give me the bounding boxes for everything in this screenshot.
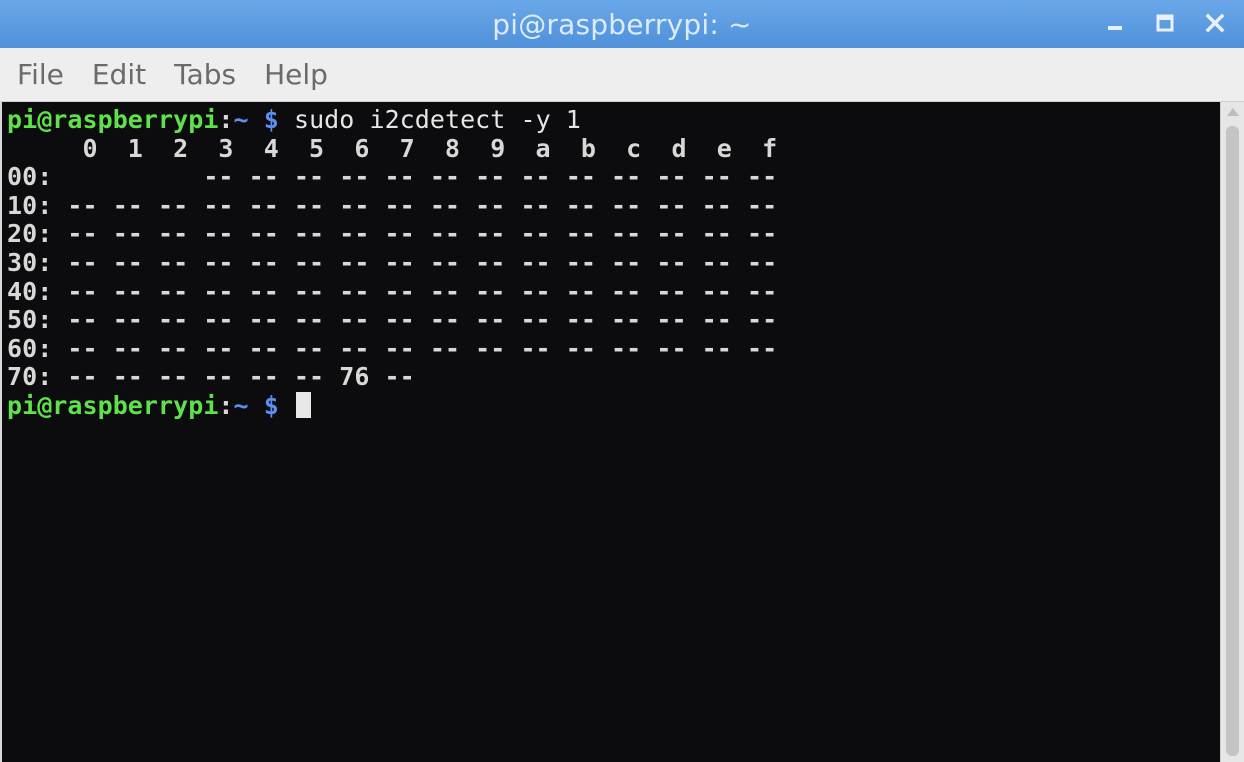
vertical-scrollbar[interactable] (1220, 102, 1244, 762)
output-line: 40: -- -- -- -- -- -- -- -- -- -- -- -- … (7, 276, 778, 306)
output-line: 00: -- -- -- -- -- -- -- -- -- -- -- -- … (7, 162, 778, 192)
menu-help[interactable]: Help (264, 58, 328, 91)
prompt-user-host: pi@raspberrypi (7, 105, 219, 134)
output-line: 20: -- -- -- -- -- -- -- -- -- -- -- -- … (7, 219, 778, 249)
maximize-button[interactable] (1150, 8, 1180, 38)
window-controls (1100, 8, 1230, 38)
active-prompt-line[interactable]: pi@raspberrypi:~ $ (7, 390, 777, 421)
window-title: pi@raspberrypi: ~ (492, 7, 752, 41)
command-line: pi@raspberrypi:~ $ sudo i2cdetect -y 1 (7, 105, 777, 135)
scrollbar-thumb[interactable] (1226, 126, 1239, 756)
scroll-up-arrow-icon[interactable] (1227, 108, 1239, 116)
menu-file[interactable]: File (17, 58, 64, 91)
minimize-button[interactable] (1100, 8, 1130, 38)
prompt-user-host: pi@raspberrypi (7, 390, 219, 420)
menu-edit[interactable]: Edit (92, 58, 146, 91)
prompt-directory: ~ (233, 390, 249, 420)
prompt-dollar: $ (263, 390, 279, 420)
output-line: 60: -- -- -- -- -- -- -- -- -- -- -- -- … (7, 333, 778, 363)
minimize-icon (1108, 26, 1122, 30)
prompt-dollar: $ (263, 105, 279, 134)
command-text: sudo i2cdetect -y 1 (293, 105, 581, 134)
close-icon (1205, 13, 1225, 33)
close-button[interactable] (1200, 8, 1230, 38)
menu-bar: File Edit Tabs Help (0, 48, 1244, 102)
terminal-area[interactable]: pi@raspberrypi:~ $ sudo i2cdetect -y 1 0… (2, 102, 1220, 762)
text-cursor (295, 391, 311, 418)
output-line: 50: -- -- -- -- -- -- -- -- -- -- -- -- … (7, 305, 778, 335)
output-line: 30: -- -- -- -- -- -- -- -- -- -- -- -- … (7, 247, 778, 277)
maximize-icon (1156, 14, 1174, 32)
prompt-directory: ~ (233, 105, 249, 134)
terminal-output: pi@raspberrypi:~ $ sudo i2cdetect -y 1 0… (7, 105, 778, 421)
title-bar[interactable]: pi@raspberrypi: ~ (0, 0, 1244, 48)
output-line: 10: -- -- -- -- -- -- -- -- -- -- -- -- … (7, 190, 778, 220)
prompt-separator: : (218, 105, 234, 134)
terminal-window: pi@raspberrypi: ~ File Edit Tabs Help pi… (0, 0, 1244, 762)
prompt-separator: : (218, 390, 234, 420)
output-line: 70: -- -- -- -- -- -- 76 -- (7, 362, 415, 392)
output-line: 0 1 2 3 4 5 6 7 8 9 a b c d e f (7, 133, 778, 163)
menu-tabs[interactable]: Tabs (174, 58, 236, 91)
